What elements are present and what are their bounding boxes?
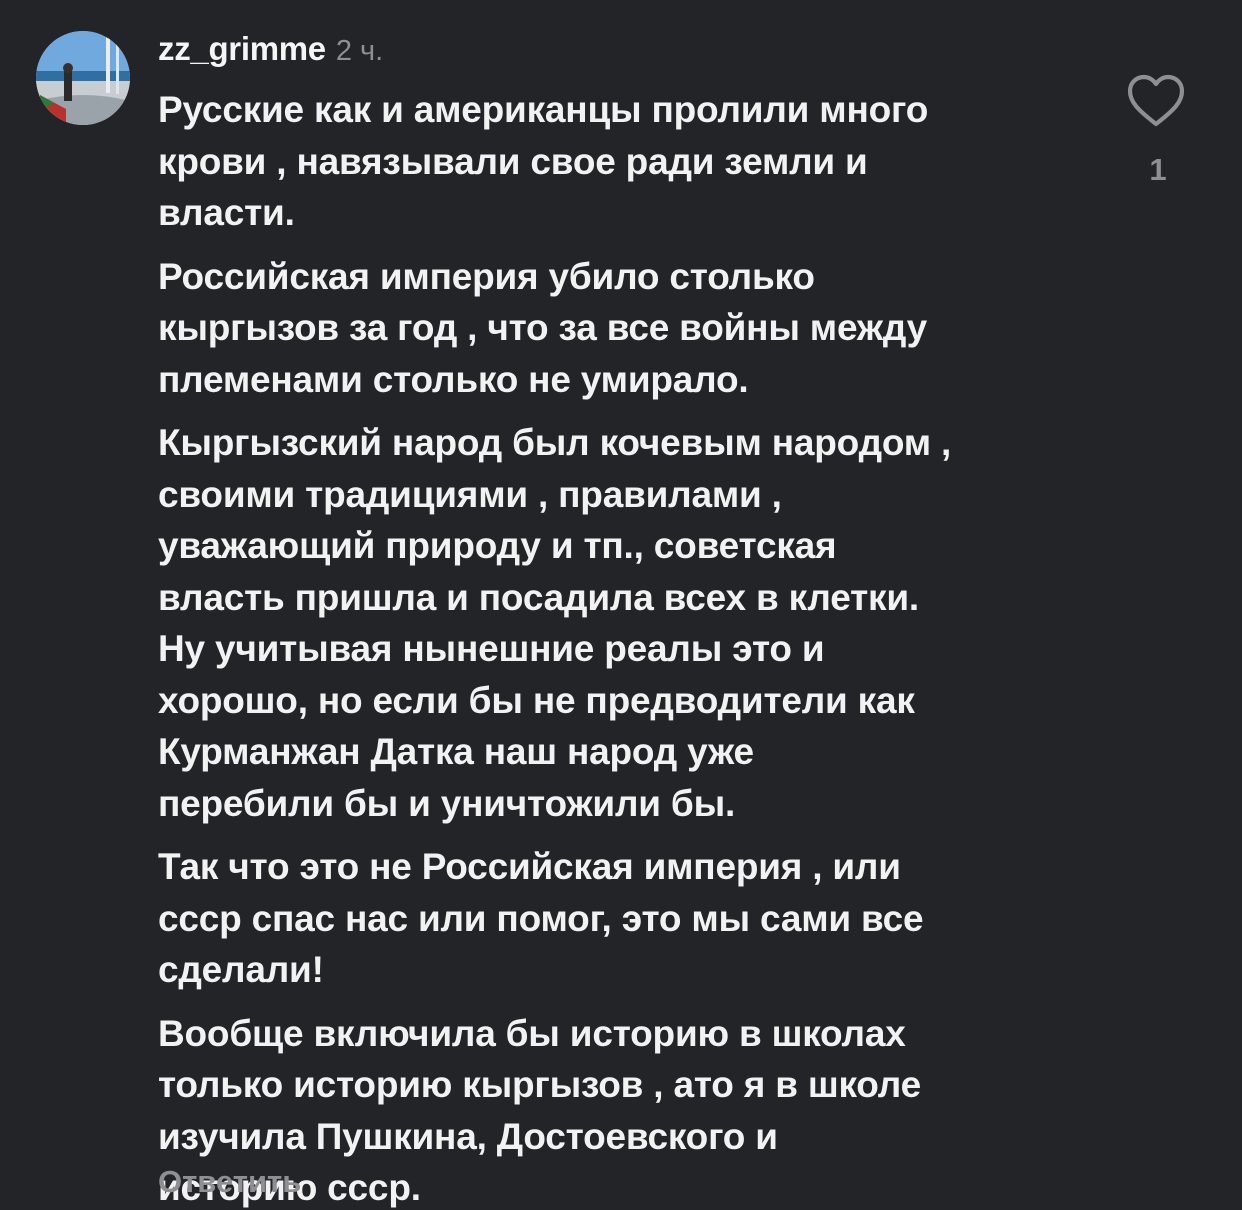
comment: zz_grimme 2 ч. Русские как и американцы … [0,0,1242,1210]
like-count: 1 [1149,152,1167,187]
text-line: власть пришла и посадила всех в клетки. [158,576,919,618]
comment-paragraph: Так что это не Российская империя , или … [158,841,1098,996]
username[interactable]: zz_grimme [158,30,326,68]
avatar[interactable] [36,31,130,125]
text-line: власти. [158,192,295,233]
text-line: Русские как и американцы пролили много [158,89,929,130]
reply-button[interactable]: Ответить [158,1164,301,1200]
text-line: племенами столько не умирало. [158,358,749,400]
text-line: Вообще включила бы историю в школах [158,1012,906,1054]
timestamp: 2 ч. [335,35,384,67]
heart-outline-icon [1127,74,1185,127]
text-line: Курманжан Датка наш народ уже [158,731,754,772]
comment-paragraph: Кыргызский народ был кочевым народом , с… [158,417,1098,829]
comment-paragraph: Российская империя убило столько кыргызо… [158,251,1098,406]
text-line: Ну учитывая нынешние реалы это и [158,628,825,669]
text-line: Кыргызский народ был кочевым народом , [158,422,952,463]
text-line: уважающий природу и тп., советская [158,525,837,566]
text-line: только историю кыргызов , ато я в школе [158,1064,921,1105]
like-button[interactable] [1126,74,1186,130]
text-line: крови , навязывали свое ради земли и [158,140,868,182]
comment-header: zz_grimme 2 ч. [158,30,383,74]
text-line: изучила Пушкина, Достоевского и [158,1115,778,1157]
text-line: кыргызов за год , что за все войны между [158,307,928,348]
comment-paragraph: Русские как и американцы пролили много к… [158,84,1098,239]
avatar-photo-icon [36,31,130,125]
text-line: хорошо, но если бы не предводители как [158,679,915,721]
text-line: сделали! [158,949,324,990]
text-line: своими традициями , правилами , [158,473,782,515]
text-line: перебили бы и уничтожили бы. [158,782,736,824]
comment-text: Русские как и американцы пролили много к… [158,84,1098,1210]
text-line: Российская империя убило столько [158,255,815,297]
text-line: ссср спас нас или помог, это мы сами все [158,897,924,939]
text-line: Так что это не Российская империя , или [158,846,901,887]
